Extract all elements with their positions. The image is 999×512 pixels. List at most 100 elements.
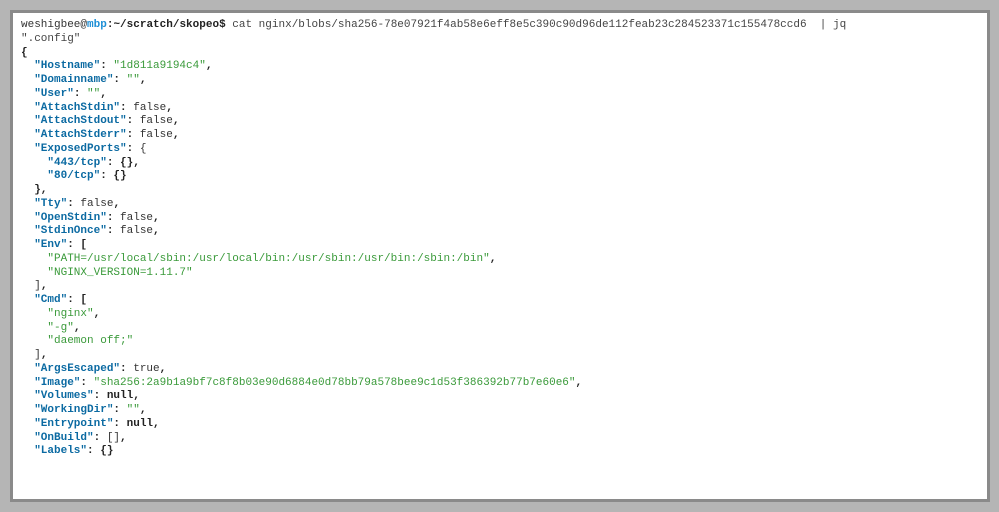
json-key-port443: "443/tcp" xyxy=(47,157,106,169)
json-comma: , xyxy=(153,225,160,237)
json-colon: : xyxy=(100,170,113,182)
json-comma: , xyxy=(140,404,147,416)
json-colon: : xyxy=(107,225,120,237)
json-comma: , xyxy=(166,102,173,114)
json-key-argsescaped: "ArgsEscaped" xyxy=(34,363,120,375)
json-colon: : xyxy=(67,294,80,306)
json-colon: : xyxy=(120,102,133,114)
json-comma: , xyxy=(576,377,583,389)
json-colon: : xyxy=(100,60,113,72)
json-open-brace: { xyxy=(21,47,28,59)
json-key-env: "Env" xyxy=(34,239,67,251)
json-colon: : xyxy=(113,74,126,86)
jq-arg: ".config" xyxy=(21,33,80,45)
json-val-false: false xyxy=(140,115,173,127)
json-comma: , xyxy=(173,129,180,141)
json-colon: : xyxy=(74,88,87,100)
prompt-dollar: $ xyxy=(219,19,226,31)
json-key-volumes: "Volumes" xyxy=(34,390,93,402)
json-comma: , xyxy=(41,280,48,292)
json-close-brace-comma: }, xyxy=(34,184,47,196)
json-colon: : xyxy=(120,363,133,375)
json-comma: , xyxy=(133,157,140,169)
json-key-attachstdin: "AttachStdin" xyxy=(34,102,120,114)
json-val-cmd-daemon: "daemon off;" xyxy=(47,335,133,347)
json-val-env-path: "PATH=/usr/local/sbin:/usr/local/bin:/us… xyxy=(47,253,489,265)
json-comma: , xyxy=(490,253,497,265)
json-comma: , xyxy=(41,349,48,361)
json-key-stdinonce: "StdinOnce" xyxy=(34,225,107,237)
prompt-user: weshigbee@ xyxy=(21,19,87,31)
json-val-null: null xyxy=(127,418,153,430)
json-colon: : xyxy=(127,129,140,141)
json-key-exposedports: "ExposedPorts" xyxy=(34,143,126,155)
json-key-hostname: "Hostname" xyxy=(34,60,100,72)
json-val-false: false xyxy=(133,102,166,114)
json-close-arr: ] xyxy=(34,349,41,361)
json-comma: , xyxy=(133,390,140,402)
json-key-port80: "80/tcp" xyxy=(47,170,100,182)
json-val-false: false xyxy=(140,129,173,141)
json-val-false: false xyxy=(80,198,113,210)
json-val-user: "" xyxy=(87,88,100,100)
json-colon: : xyxy=(127,143,140,155)
json-key-onbuild: "OnBuild" xyxy=(34,432,93,444)
json-comma: , xyxy=(153,212,160,224)
json-open-arr: [ xyxy=(80,239,87,251)
json-open-arr: [ xyxy=(80,294,87,306)
json-val-domainname: "" xyxy=(127,74,140,86)
json-val-true: true xyxy=(133,363,159,375)
json-comma: , xyxy=(160,363,167,375)
json-comma: , xyxy=(113,198,120,210)
json-empty-obj: {} xyxy=(113,170,126,182)
json-val-emptyobj: {} xyxy=(100,445,113,457)
json-comma: , xyxy=(173,115,180,127)
json-colon: : xyxy=(113,418,126,430)
json-key-user: "User" xyxy=(34,88,74,100)
json-colon: : xyxy=(113,404,126,416)
json-val-workingdir: "" xyxy=(127,404,140,416)
json-val-false: false xyxy=(120,225,153,237)
json-val-emptyarr: [] xyxy=(107,432,120,444)
json-val-null: null xyxy=(107,390,133,402)
json-val-hostname: "1d811a9194c4" xyxy=(113,60,205,72)
json-key-cmd: "Cmd" xyxy=(34,294,67,306)
json-empty-obj: {} xyxy=(120,157,133,169)
command-cat: cat nginx/blobs/sha256-78e07921f4ab58e6e… xyxy=(232,19,806,31)
json-key-domainname: "Domainname" xyxy=(34,74,113,86)
json-comma: , xyxy=(120,432,127,444)
json-key-attachstdout: "AttachStdout" xyxy=(34,115,126,127)
json-colon: : xyxy=(87,445,100,457)
json-key-attachstderr: "AttachStderr" xyxy=(34,129,126,141)
command-jq: jq xyxy=(833,19,846,31)
json-key-image: "Image" xyxy=(34,377,80,389)
json-val-cmd-nginx: "nginx" xyxy=(47,308,93,320)
json-comma: , xyxy=(94,308,101,320)
prompt-path: ~/scratch/skopeo xyxy=(113,19,219,31)
terminal-window[interactable]: weshigbee@mbp: ~/scratch/skopeo$ cat ngin… xyxy=(10,10,990,502)
json-key-labels: "Labels" xyxy=(34,445,87,457)
json-open-obj: { xyxy=(140,143,147,155)
json-val-image: "sha256:2a9b1a9bf7c8f8b03e90d6884e0d78bb… xyxy=(94,377,576,389)
json-colon: : xyxy=(107,212,120,224)
json-comma: , xyxy=(206,60,213,72)
json-key-tty: "Tty" xyxy=(34,198,67,210)
json-colon: : xyxy=(67,198,80,210)
json-val-env-nginx: "NGINX_VERSION=1.11.7" xyxy=(47,267,192,279)
json-comma: , xyxy=(153,418,160,430)
json-colon: : xyxy=(94,432,107,444)
json-colon: : xyxy=(67,239,80,251)
json-close-arr: ] xyxy=(34,280,41,292)
json-colon: : xyxy=(107,157,120,169)
json-comma: , xyxy=(74,322,81,334)
json-val-false: false xyxy=(120,212,153,224)
prompt-host: mbp xyxy=(87,19,107,31)
json-key-entrypoint: "Entrypoint" xyxy=(34,418,113,430)
json-comma: , xyxy=(100,88,107,100)
json-colon: : xyxy=(80,377,93,389)
json-colon: : xyxy=(127,115,140,127)
json-comma: , xyxy=(140,74,147,86)
json-val-cmd-g: "-g" xyxy=(47,322,73,334)
json-key-openstdin: "OpenStdin" xyxy=(34,212,107,224)
json-key-workingdir: "WorkingDir" xyxy=(34,404,113,416)
